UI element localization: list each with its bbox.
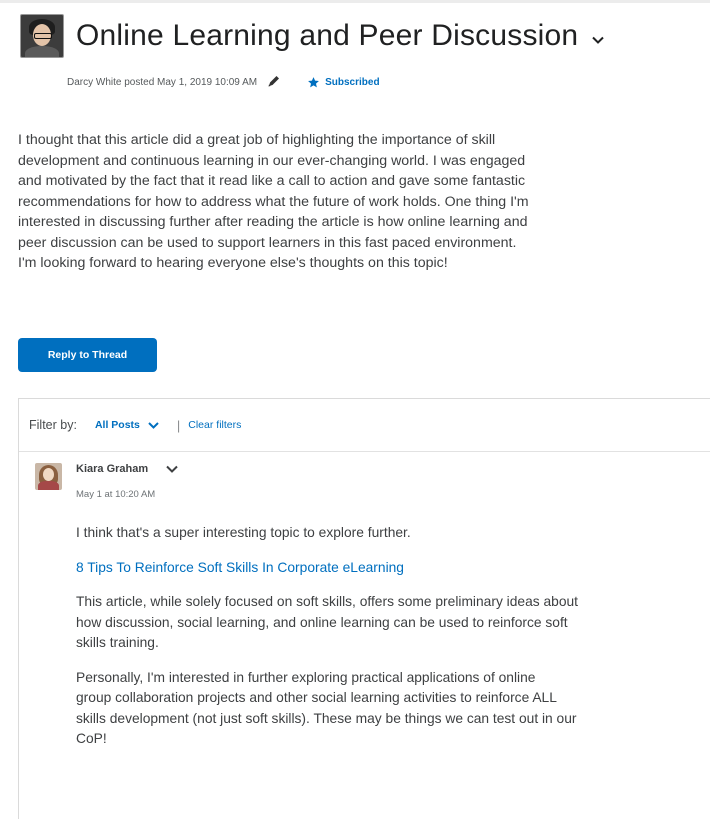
subscribed-label: Subscribed <box>325 77 380 88</box>
reply-paragraph: This article, while solely focused on so… <box>76 592 686 654</box>
clear-filters-link[interactable]: Clear filters <box>188 419 241 431</box>
reply-intro: I think that's a super interesting topic… <box>76 525 411 540</box>
filter-separator: | <box>176 417 181 433</box>
reply-author-name[interactable]: Kiara Graham <box>76 463 148 475</box>
body-line: development and continuous learning in o… <box>18 152 526 169</box>
star-icon <box>308 77 320 88</box>
chevron-down-icon[interactable] <box>166 465 178 473</box>
reply-line: Personally, I'm interested in further ex… <box>76 669 536 685</box>
body-line: I thought that this article did a great … <box>18 132 496 148</box>
reply-line: group collaboration projects and other s… <box>76 690 557 705</box>
chevron-down-icon <box>148 421 159 429</box>
reply-line: CoP! <box>76 731 107 746</box>
thread-meta: Darcy White posted May 1, 2019 10:09 AM … <box>67 74 380 91</box>
reply-date: May 1 at 10:20 AM <box>76 489 156 500</box>
pencil-icon[interactable] <box>267 74 281 91</box>
reply-line: how discussion, social learning, and onl… <box>76 614 568 630</box>
replies-panel: Filter by: All Posts | Clear filters Kia… <box>18 398 710 819</box>
reply-to-thread-button[interactable]: Reply to Thread <box>18 338 157 372</box>
posted-by-text: Darcy White posted May 1, 2019 10:09 AM <box>67 77 258 88</box>
body-line: recommendations for how to address what … <box>18 193 529 210</box>
thread-title: Online Learning and Peer Discussion <box>76 19 579 52</box>
article-link[interactable]: 8 Tips To Reinforce Soft Skills In Corpo… <box>76 558 686 579</box>
reply-content: I think that's a super interesting topic… <box>76 523 686 764</box>
thread-body: I thought that this article did a great … <box>18 130 628 274</box>
body-line: interested in discussing further after r… <box>18 214 528 230</box>
body-line: I'm looking forward to hearing everyone … <box>18 255 448 271</box>
reply-paragraph: Personally, I'm interested in further ex… <box>76 668 686 750</box>
reply-author: Kiara Graham <box>76 463 178 475</box>
body-line: peer discussion can be used to support l… <box>18 234 517 251</box>
body-line: and motivated by the fact that it read l… <box>18 173 526 189</box>
reply-author-avatar[interactable] <box>35 463 62 490</box>
reply-line: This article, while solely focused on so… <box>76 594 579 609</box>
reply-line: skills development (not just soft skills… <box>76 710 577 726</box>
filter-selected-value: All Posts <box>94 419 140 431</box>
subscribed-toggle[interactable]: Subscribed <box>307 76 380 89</box>
chevron-down-icon[interactable] <box>592 31 605 49</box>
reply-line: skills training. <box>76 635 159 650</box>
author-avatar[interactable] <box>20 14 64 58</box>
filter-label: Filter by: <box>29 418 77 432</box>
top-border <box>0 0 710 3</box>
thread-header: Online Learning and Peer Discussion <box>20 14 605 58</box>
filter-bar: Filter by: All Posts | Clear filters <box>19 399 710 452</box>
filter-dropdown[interactable]: All Posts <box>95 419 159 431</box>
